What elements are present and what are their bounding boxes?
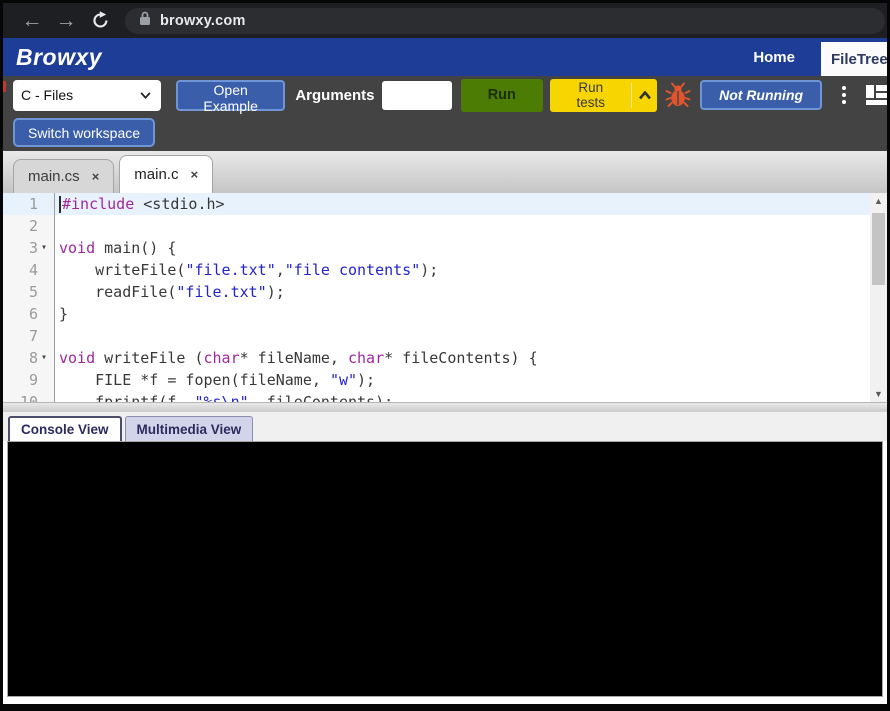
scrollbar-thumb[interactable] [872, 213, 885, 285]
file-tab-main.c[interactable]: main.c × [119, 155, 213, 193]
code-line-8[interactable]: 8▾void writeFile (char* fileName, char* … [3, 347, 870, 369]
line-number: 8▾ [3, 347, 55, 369]
code-line-1[interactable]: 1#include <stdio.h> [3, 193, 870, 215]
workspace-row: Switch workspace [3, 114, 887, 151]
code-line-3[interactable]: 3▾void main() { [3, 237, 870, 259]
browxy-logo: Browxy [3, 44, 102, 71]
status-badge: Not Running [700, 80, 822, 110]
file-tab-label: main.c [134, 166, 178, 183]
code-text: readFile("file.txt"); [55, 281, 285, 303]
code-line-9[interactable]: 9 FILE *f = fopen(fileName, "w"); [3, 369, 870, 391]
url-text: browxy.com [160, 13, 246, 29]
edge-marker [3, 81, 6, 92]
run-tests-label: Run tests [550, 79, 631, 112]
address-bar[interactable]: browxy.com [125, 8, 885, 34]
code-text [55, 215, 59, 237]
line-number: 6 [3, 303, 55, 325]
pane-splitter[interactable] [3, 402, 887, 412]
line-number: 3▾ [3, 237, 55, 259]
browser-chrome: ← → browxy.com [3, 3, 887, 38]
code-text: writeFile("file.txt","file contents"); [55, 259, 438, 281]
code-text: fprintf(f, "%s\n", fileContents); [55, 391, 393, 402]
fold-icon[interactable]: ▾ [41, 237, 54, 259]
code-text: void writeFile (char* fileName, char* fi… [55, 347, 538, 369]
line-number: 4 [3, 259, 55, 281]
file-tab-main.cs[interactable]: main.cs × [13, 159, 114, 193]
scroll-down-icon[interactable]: ▼ [870, 386, 887, 402]
open-example-button[interactable]: Open Example [176, 80, 285, 111]
bug-icon[interactable] [665, 82, 691, 108]
file-type-select[interactable]: C - Files [13, 80, 161, 111]
code-line-5[interactable]: 5 readFile("file.txt"); [3, 281, 870, 303]
code-text: FILE *f = fopen(fileName, "w"); [55, 369, 375, 391]
browser-window: ← → browxy.com Browxy Home FileTree C - … [0, 0, 890, 711]
nav-home[interactable]: Home [753, 49, 795, 66]
code-text: #include <stdio.h> [55, 193, 225, 215]
code-area: 1#include <stdio.h>23▾void main() {4 wri… [3, 193, 870, 402]
code-line-7[interactable]: 7 [3, 325, 870, 347]
chevron-up-icon[interactable] [632, 79, 657, 112]
line-number: 2 [3, 215, 55, 237]
line-number: 5 [3, 281, 55, 303]
layout-icon[interactable] [866, 85, 887, 105]
close-icon[interactable]: × [190, 167, 198, 182]
back-icon[interactable]: ← [15, 10, 49, 31]
console-output[interactable] [7, 441, 883, 697]
line-number: 7 [3, 325, 55, 347]
editor-scrollbar[interactable]: ▲ ▼ [870, 193, 887, 402]
code-line-2[interactable]: 2 [3, 215, 870, 237]
forward-icon[interactable]: → [49, 10, 83, 31]
file-tab-bar: main.cs × main.c × [3, 151, 887, 193]
scroll-up-icon[interactable]: ▲ [870, 193, 887, 209]
console-tab-bar: Console ViewMultimedia View [3, 412, 887, 441]
code-line-4[interactable]: 4 writeFile("file.txt","file contents"); [3, 259, 870, 281]
run-button[interactable]: Run [461, 79, 544, 112]
refresh-icon[interactable] [83, 11, 117, 30]
file-tab-label: main.cs [28, 168, 80, 185]
switch-workspace-button[interactable]: Switch workspace [13, 118, 155, 147]
arguments-input[interactable] [382, 81, 452, 110]
line-number: 9 [3, 369, 55, 391]
console-tab-multimedia-view[interactable]: Multimedia View [125, 416, 254, 441]
arguments-label: Arguments [295, 87, 374, 104]
console-tab-console-view[interactable]: Console View [8, 416, 122, 441]
kebab-menu-icon[interactable] [839, 83, 849, 107]
text-cursor [59, 196, 61, 213]
lock-icon [139, 11, 151, 31]
toolbar: C - Files Open Example Arguments Run Run… [3, 76, 887, 114]
code-editor[interactable]: 1#include <stdio.h>23▾void main() {4 wri… [3, 193, 887, 402]
code-line-10[interactable]: 10 fprintf(f, "%s\n", fileContents); [3, 391, 870, 402]
fold-icon[interactable]: ▾ [41, 347, 54, 369]
code-text: void main() { [55, 237, 176, 259]
run-tests-button[interactable]: Run tests [550, 79, 657, 112]
line-number: 10 [3, 391, 55, 402]
code-line-6[interactable]: 6} [3, 303, 870, 325]
nav-filetree-tab[interactable]: FileTree [821, 42, 887, 76]
code-text [55, 325, 59, 347]
close-icon[interactable]: × [92, 169, 100, 184]
code-text: } [55, 303, 68, 325]
line-number: 1 [3, 193, 55, 215]
app-header: Browxy Home FileTree [3, 38, 887, 76]
